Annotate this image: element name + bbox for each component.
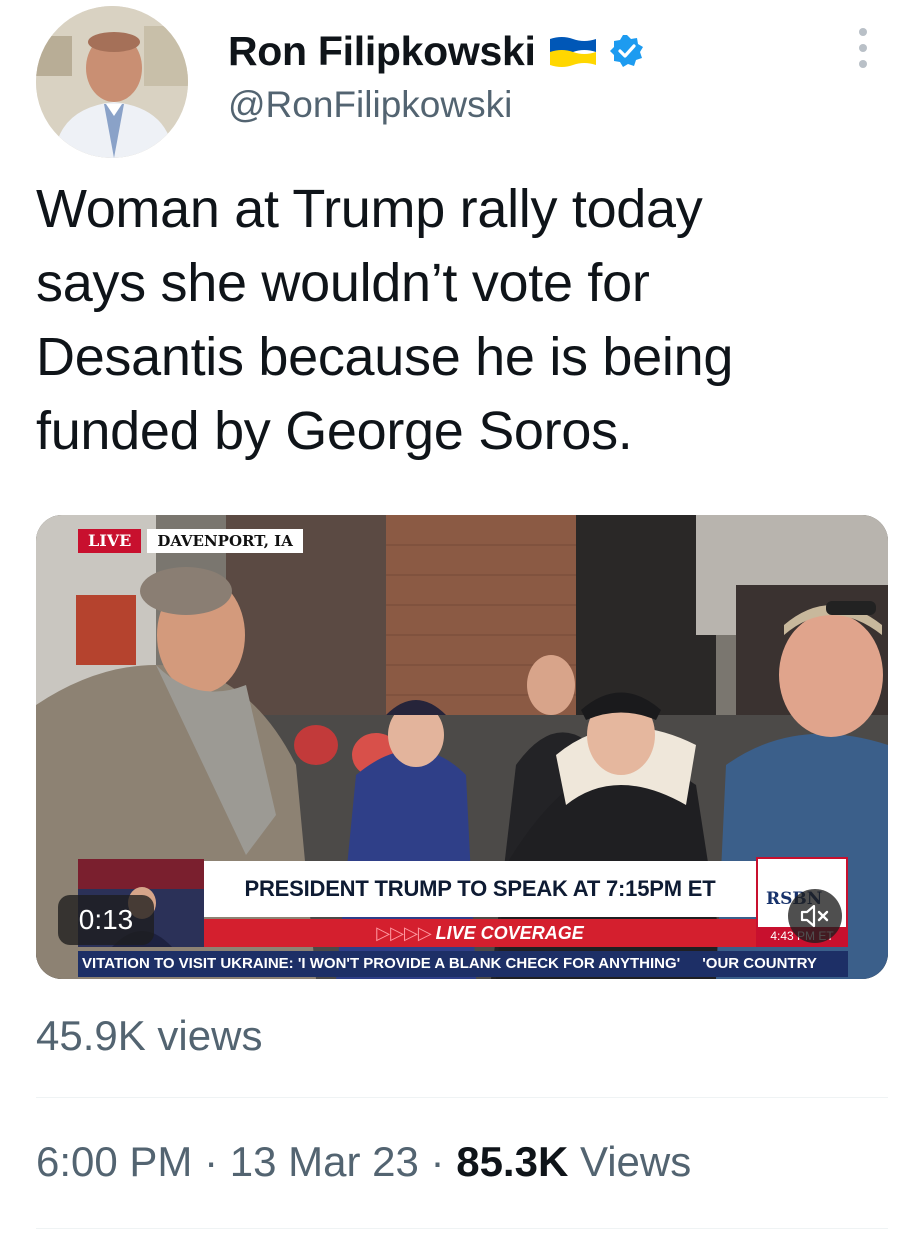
lower-third: PRESIDENT TRUMP TO SPEAK AT 7:15PM ET ▷▷…: [204, 861, 756, 947]
live-label: LIVE: [78, 529, 142, 553]
author-row: Ron Filipkowski: [228, 26, 644, 76]
live-banner: LIVE DAVENPORT, IA: [78, 529, 303, 553]
video-views: 45.9K views: [36, 1012, 263, 1059]
post-time[interactable]: 6:00 PM: [36, 1138, 192, 1185]
views-count[interactable]: 85.3K: [456, 1138, 568, 1185]
post-date[interactable]: 13 Mar 23: [230, 1138, 419, 1185]
speaker-muted-icon[interactable]: [788, 889, 842, 943]
views-label: Views: [579, 1138, 692, 1185]
tweet-meta: 6:00 PM · 13 Mar 23 · 85.3K Views: [36, 1138, 691, 1186]
avatar-image: [36, 6, 188, 158]
more-options-icon[interactable]: [848, 26, 878, 70]
meta-separator: ·: [430, 1138, 445, 1185]
tweet-text: Woman at Trump rally today says she woul…: [36, 179, 734, 461]
ticker-main: VITATION TO VISIT UKRAINE: 'I WON'T PROV…: [82, 955, 681, 972]
location-label: DAVENPORT, IA: [147, 529, 303, 553]
avatar[interactable]: [36, 6, 188, 158]
display-name[interactable]: Ron Filipkowski: [228, 28, 536, 75]
meta-separator: ·: [204, 1138, 219, 1185]
live-coverage-bar: ▷▷▷▷ LIVE COVERAGE: [204, 919, 756, 947]
news-ticker: VITATION TO VISIT UKRAINE: 'I WON'T PROV…: [78, 951, 848, 977]
verified-badge-icon: [609, 34, 644, 68]
ukraine-flag-icon: [548, 35, 598, 68]
ticker-next: 'OUR COUNTRY: [702, 955, 817, 972]
elapsed-time: 0:13: [58, 895, 154, 945]
coverage-arrows: ▷▷▷▷: [376, 923, 432, 943]
divider: [36, 1097, 888, 1098]
video-player[interactable]: LIVE DAVENPORT, IA PRESIDENT TRUMP TO SP…: [36, 515, 888, 979]
headline-text: PRESIDENT TRUMP TO SPEAK AT 7:15PM ET: [204, 861, 756, 917]
divider: [36, 1228, 888, 1229]
coverage-text: LIVE COVERAGE: [435, 923, 584, 943]
user-handle[interactable]: @RonFilipkowski: [228, 84, 512, 126]
